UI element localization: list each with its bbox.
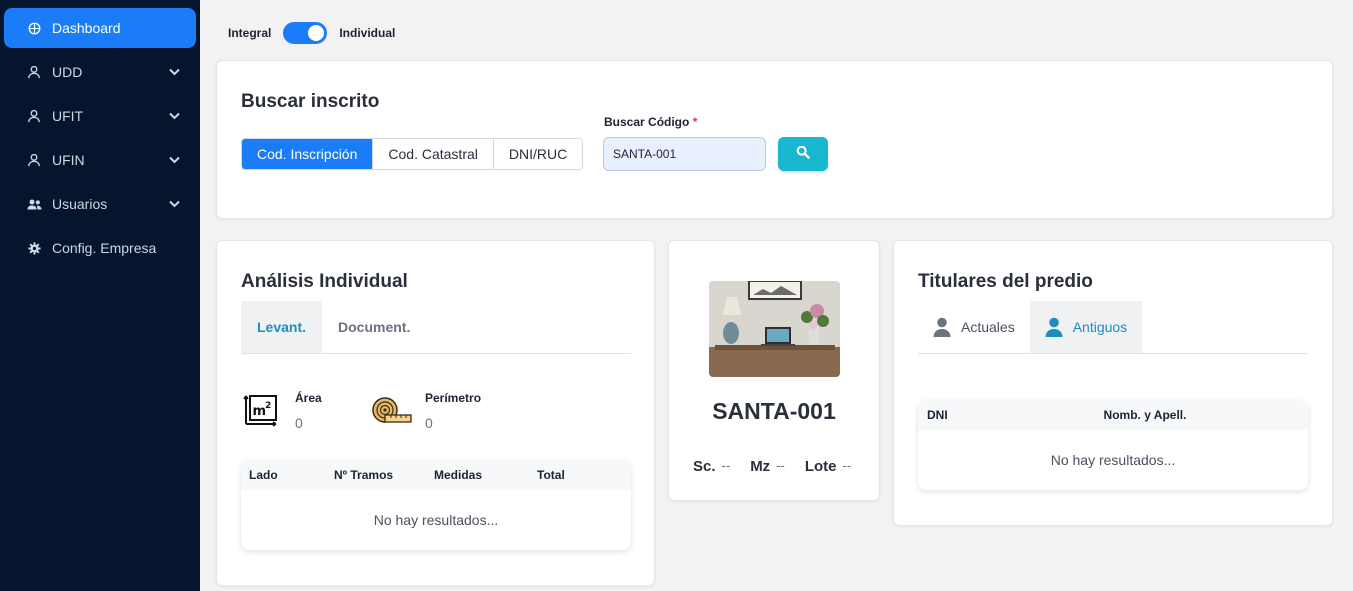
globe-icon xyxy=(26,20,42,36)
toggle-right-label: Individual xyxy=(339,26,396,40)
perimetro-metric: Perímetro 0 xyxy=(371,391,481,431)
tab-actuales[interactable]: Actuales xyxy=(918,301,1030,353)
column-header-nombre: Nomb. y Apell. xyxy=(1103,408,1187,422)
perimetro-value: 0 xyxy=(425,415,433,431)
area-value: 0 xyxy=(295,415,303,431)
chevron-down-icon xyxy=(168,154,180,166)
main-content: Integral Individual Buscar inscrito Cod.… xyxy=(200,0,1353,591)
area-metric: m 2 Área 0 xyxy=(243,391,322,434)
titulares-title: Titulares del predio xyxy=(918,271,1093,292)
lote-label: Lote xyxy=(804,458,837,475)
switch-knob xyxy=(308,25,325,41)
user-icon xyxy=(26,152,42,168)
sidebar-item-label: Dashboard xyxy=(52,20,121,36)
property-summary-card: SANTA-001 Sc. -- Mz -- Lote -- xyxy=(668,240,880,501)
search-button[interactable] xyxy=(778,137,828,171)
sector-value: -- xyxy=(721,458,731,473)
tab-antiguos-label: Antiguos xyxy=(1072,319,1128,335)
sidebar-item-ufin[interactable]: UFIN xyxy=(4,140,196,180)
area-m2-icon: m 2 xyxy=(243,391,281,434)
empty-message: No hay resultados... xyxy=(373,512,499,528)
sidebar-item-dashboard[interactable]: Dashboard xyxy=(4,8,196,48)
code-label: Buscar Código * xyxy=(604,115,697,129)
gear-icon xyxy=(26,240,42,256)
search-title: Buscar inscrito xyxy=(241,91,380,112)
analysis-title: Análisis Individual xyxy=(241,271,408,292)
mode-switch[interactable] xyxy=(283,22,328,44)
chevron-down-icon xyxy=(168,198,180,210)
svg-text:m: m xyxy=(253,404,267,419)
user-icon xyxy=(26,64,42,80)
titulares-table: DNI Nomb. y Apell. No hay resultados... xyxy=(918,400,1308,490)
tab-levant[interactable]: Levant. xyxy=(241,301,323,353)
column-header-total: Total xyxy=(537,468,565,482)
user-icon xyxy=(26,108,42,124)
required-mark: * xyxy=(692,115,698,129)
users-icon xyxy=(26,196,42,212)
sidebar-item-ufit[interactable]: UFIT xyxy=(4,96,196,136)
search-card: Buscar inscrito Cod. Inscripción Cod. Ca… xyxy=(216,60,1333,219)
sector-label: Sc. xyxy=(693,458,716,475)
chevron-down-icon xyxy=(168,66,180,78)
mode-toggle: Integral Individual xyxy=(228,22,395,44)
titulares-card: Titulares del predio Actuales Antiguos D… xyxy=(893,240,1333,526)
empty-message: No hay resultados... xyxy=(1050,452,1176,468)
perimetro-label: Perímetro xyxy=(425,391,482,405)
sidebar-item-label: UFIT xyxy=(52,108,84,124)
user-icon xyxy=(933,317,951,337)
sidebar-item-udd[interactable]: UDD xyxy=(4,52,196,92)
table-header: DNI Nomb. y Apell. xyxy=(918,400,1308,430)
lados-table: Lado Nº Tramos Medidas Total No hay resu… xyxy=(241,460,631,550)
manzana-value: -- xyxy=(776,458,785,473)
table-header: Lado Nº Tramos Medidas Total xyxy=(241,460,631,490)
search-icon xyxy=(796,145,810,164)
measuring-tape-icon xyxy=(371,391,413,431)
svg-text:2: 2 xyxy=(265,401,271,411)
column-header-medidas: Medidas xyxy=(434,468,483,482)
search-type-group: Cod. Inscripción Cod. Catastral DNI/RUC xyxy=(241,138,584,170)
analysis-card: Análisis Individual Levant. Document. m … xyxy=(216,240,655,586)
property-photo xyxy=(709,281,840,377)
tab-document[interactable]: Document. xyxy=(322,301,426,353)
tab-actuales-label: Actuales xyxy=(961,319,1015,335)
sidebar-item-usuarios[interactable]: Usuarios xyxy=(4,184,196,224)
sidebar-item-label: Config. Empresa xyxy=(52,240,157,256)
property-code: SANTA-001 xyxy=(712,398,836,424)
code-label-text: Buscar Código xyxy=(604,115,690,129)
tab-antiguos[interactable]: Antiguos xyxy=(1029,301,1143,353)
sidebar-item-label: UFIN xyxy=(52,152,85,168)
lote-value: -- xyxy=(842,458,852,473)
area-label: Área xyxy=(295,391,322,405)
code-search-input[interactable] xyxy=(603,137,766,171)
toggle-left-label: Integral xyxy=(228,26,272,40)
property-location: Sc. -- Mz -- Lote -- xyxy=(693,458,871,475)
titulares-tabs: Actuales Antiguos xyxy=(918,301,1308,354)
option-dni-ruc[interactable]: DNI/RUC xyxy=(493,139,583,169)
sidebar-item-label: UDD xyxy=(52,64,83,80)
option-cod-inscripcion[interactable]: Cod. Inscripción xyxy=(242,139,374,169)
column-header-lado: Lado xyxy=(249,468,278,482)
manzana-label: Mz xyxy=(750,458,771,475)
chevron-down-icon xyxy=(168,110,180,122)
sidebar-item-config-empresa[interactable]: Config. Empresa xyxy=(4,228,196,268)
user-icon xyxy=(1045,317,1063,337)
sidebar: Dashboard UDD UFIT UFIN Usuarios Config.… xyxy=(0,0,200,591)
sidebar-item-label: Usuarios xyxy=(52,196,108,212)
option-cod-catastral[interactable]: Cod. Catastral xyxy=(373,139,494,169)
analysis-tabs: Levant. Document. xyxy=(241,301,631,354)
column-header-tramos: Nº Tramos xyxy=(334,468,394,482)
column-header-dni: DNI xyxy=(927,408,948,422)
